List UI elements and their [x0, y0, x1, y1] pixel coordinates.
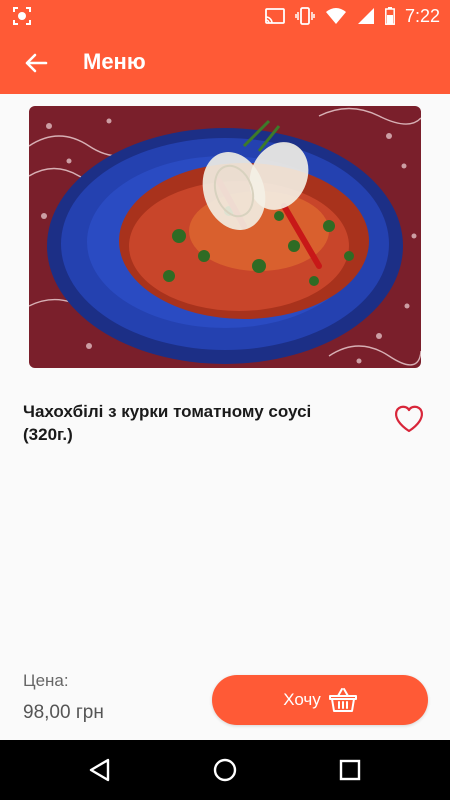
nav-home-icon[interactable] [210, 755, 240, 785]
page-title: Меню [83, 49, 146, 74]
nav-recents-icon[interactable] [335, 755, 365, 785]
dish-photo [29, 106, 421, 368]
battery-icon [385, 7, 395, 25]
status-time: 7:22 [404, 5, 440, 26]
system-nav-bar [0, 740, 450, 800]
app-bar: Меню [0, 32, 450, 94]
nav-back-icon[interactable] [85, 755, 115, 785]
heart-icon[interactable] [392, 404, 426, 434]
back-arrow-icon[interactable] [22, 49, 50, 77]
order-button-label: Хочу [283, 690, 321, 709]
wifi-icon [325, 8, 346, 24]
vibrate-icon [295, 7, 315, 25]
dish-name: Чахохбілі з курки томатному соусі (320г.… [23, 402, 312, 444]
status-bar: 7:22 [0, 0, 450, 32]
signal-icon [357, 8, 374, 24]
order-button[interactable]: Хочу [212, 675, 428, 725]
screen-cast-icon [13, 7, 31, 25]
price-value: 98,00 грн [23, 702, 104, 723]
price-label: Цена: [23, 671, 69, 690]
cast-icon [265, 8, 285, 24]
basket-icon [328, 688, 357, 712]
